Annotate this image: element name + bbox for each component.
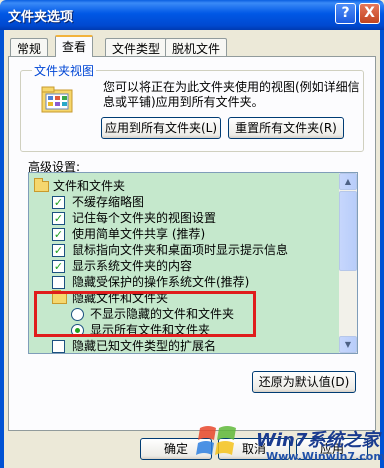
- checkbox-checked[interactable]: ✓: [52, 228, 65, 241]
- scroll-down-icon[interactable]: ▼: [339, 336, 357, 353]
- list-item-label: 不缓存缩略图: [72, 195, 145, 209]
- list-item-label: 隐藏已知文件类型的扩展名: [72, 339, 217, 353]
- scroll-up-icon[interactable]: ▲: [339, 173, 357, 190]
- list-item-label: 文件和文件夹: [53, 179, 126, 193]
- tab-view[interactable]: 查看: [55, 35, 94, 57]
- apply-to-all-folders-button[interactable]: 应用到所有文件夹(L): [101, 117, 221, 139]
- list-item[interactable]: ✓ 不缓存缩略图: [29, 194, 339, 210]
- highlight-annotation: [34, 291, 256, 337]
- tab-label: 脱机文件: [172, 42, 221, 56]
- checkbox-checked[interactable]: ✓: [52, 196, 65, 209]
- tab-offline-files[interactable]: 脱机文件: [165, 38, 228, 56]
- reset-all-folders-button[interactable]: 重置所有文件夹(R): [228, 117, 344, 139]
- list-item: 文件和文件夹: [29, 178, 339, 194]
- list-item[interactable]: 隐藏受保护的操作系统文件(推荐): [29, 274, 339, 290]
- vertical-scrollbar[interactable]: ▲ ▼: [339, 173, 357, 353]
- watermark-url: Www.Winwin7.com: [266, 450, 384, 463]
- title-bar: 文件夹选项 ? X: [0, 0, 384, 30]
- list-item-label: 隐藏受保护的操作系统文件(推荐): [72, 275, 250, 289]
- list-item[interactable]: ✓ 鼠标指向文件夹和桌面项时显示提示信息: [29, 242, 339, 258]
- window-border-right: [380, 30, 384, 468]
- folder-views-description: 您可以将正在为此文件夹使用的视图(例如详细信息或平铺)应用到所有文件夹。: [103, 80, 360, 109]
- list-item[interactable]: ✓ 记住每个文件夹的视图设置: [29, 210, 339, 226]
- folder-views-title: 文件夹视图: [32, 62, 97, 79]
- window-title: 文件夹选项: [8, 10, 74, 25]
- list-item-label: 鼠标指向文件夹和桌面项时显示提示信息: [72, 243, 289, 257]
- checkbox-unchecked[interactable]: [52, 276, 65, 289]
- list-item[interactable]: ✓ 显示系统文件夹的内容: [29, 258, 339, 274]
- tab-label: 文件类型: [112, 42, 161, 56]
- list-item[interactable]: ✓ 使用简单文件共享 (推荐): [29, 226, 339, 242]
- window-border-left: [0, 30, 4, 468]
- checkbox-checked[interactable]: ✓: [52, 212, 65, 225]
- scroll-thumb[interactable]: [339, 191, 357, 271]
- list-item-label: 显示系统文件夹的内容: [72, 259, 193, 273]
- list-item[interactable]: 隐藏已知文件类型的扩展名: [29, 338, 339, 353]
- list-item-label: 记住每个文件夹的视图设置: [72, 211, 217, 225]
- folder-views-icon: [41, 86, 73, 113]
- watermark-site-name: Win7系统之家: [256, 430, 380, 451]
- checkbox-unchecked[interactable]: [52, 340, 65, 353]
- checkbox-checked[interactable]: ✓: [52, 244, 65, 257]
- tab-file-types[interactable]: 文件类型: [105, 38, 168, 56]
- tab-label: 查看: [62, 40, 87, 54]
- checkbox-checked[interactable]: ✓: [52, 260, 65, 273]
- tab-label: 常规: [17, 42, 42, 56]
- restore-defaults-button[interactable]: 还原为默认值(D): [252, 371, 356, 393]
- help-icon[interactable]: ?: [335, 3, 356, 24]
- tab-general[interactable]: 常规: [10, 38, 49, 56]
- close-icon[interactable]: X: [359, 3, 380, 24]
- windows-logo-watermark: [196, 426, 236, 455]
- folder-icon: [34, 178, 49, 192]
- list-item-label: 使用简单文件共享 (推荐): [72, 227, 206, 241]
